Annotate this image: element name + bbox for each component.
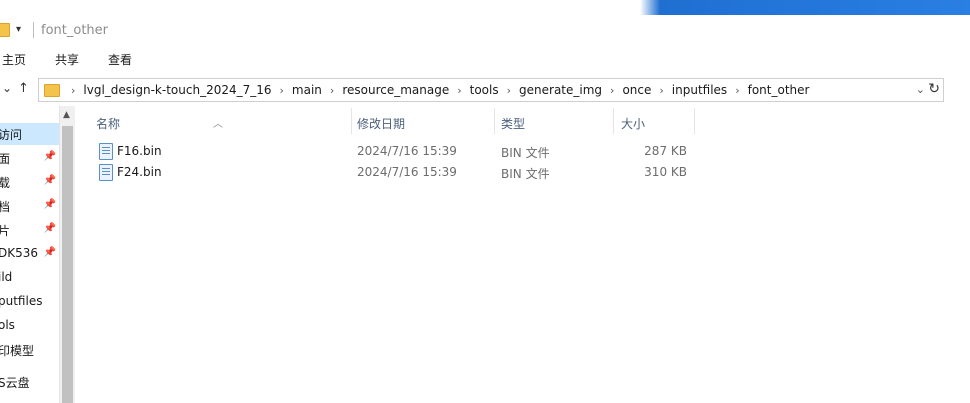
file-date: 2024/7/16 15:39 [357, 165, 457, 179]
address-bar[interactable]: › lvgl_design-k-touch_2024_7_16 › main ›… [38, 78, 944, 102]
nav-item-label: 片 [0, 224, 11, 238]
pin-icon[interactable]: 📌 [44, 175, 56, 186]
up-arrow-icon[interactable]: ↑ [18, 81, 29, 96]
nav-item-build[interactable]: ild [0, 267, 59, 289]
recent-locations-chevron-icon[interactable]: ⌄ [2, 81, 12, 95]
window-title: font_other [41, 23, 108, 38]
breadcrumb-item-current[interactable]: font_other [748, 83, 810, 97]
navigation-pane: 访问 面 📌 载 📌 档 📌 片 📌 DK536 📌 ild putfiles … [0, 106, 59, 403]
nav-item-3d-models[interactable]: 印模型 [0, 339, 59, 361]
quick-access-dropdown-icon[interactable]: ▾ [16, 25, 24, 35]
file-icon [99, 143, 113, 160]
file-date: 2024/7/16 15:39 [357, 144, 457, 158]
sort-up-icon: ︿ [213, 119, 223, 130]
file-size: 310 KB [644, 165, 687, 179]
breadcrumb-item[interactable]: lvgl_design-k-touch_2024_7_16 [83, 83, 271, 97]
tab-view[interactable]: 查看 [108, 51, 132, 68]
nav-item-label: putfiles [0, 294, 43, 308]
chevron-right-icon[interactable]: › [659, 84, 663, 97]
nav-item-desktop[interactable]: 面 📌 [0, 147, 59, 169]
folder-icon [44, 84, 60, 97]
column-header-date[interactable]: 修改日期 [351, 106, 495, 136]
desktop-background [0, 0, 970, 15]
chevron-right-icon[interactable]: › [457, 84, 461, 97]
nav-item-label: 载 [0, 176, 11, 190]
breadcrumb-item[interactable]: inputfiles [672, 83, 727, 97]
file-icon [99, 164, 113, 181]
file-name: F16.bin [117, 144, 162, 158]
title-bar: ▾ font_other [0, 15, 970, 45]
tab-home[interactable]: 主页 [2, 51, 26, 68]
nav-item-inputfiles[interactable]: putfiles [0, 291, 59, 313]
breadcrumb-item[interactable]: main [292, 83, 322, 97]
breadcrumb: › lvgl_design-k-touch_2024_7_16 › main ›… [63, 79, 809, 101]
nav-item-label: 面 [0, 152, 11, 166]
column-header-size[interactable]: 大小 [613, 106, 695, 136]
nav-item-quick-access[interactable]: 访问 [0, 123, 59, 145]
file-type: BIN 文件 [501, 167, 550, 181]
breadcrumb-item[interactable]: tools [470, 83, 499, 97]
nav-item-pictures[interactable]: 片 📌 [0, 219, 59, 241]
chevron-right-icon[interactable]: › [280, 84, 284, 97]
nav-item-label: ols [0, 318, 15, 332]
nav-item-label: 访问 [0, 128, 23, 142]
column-divider[interactable] [694, 108, 695, 134]
address-row: ⌄ ↑ › lvgl_design-k-touch_2024_7_16 › ma… [0, 73, 970, 106]
nav-item-downloads[interactable]: 载 📌 [0, 171, 59, 193]
chevron-right-icon[interactable]: › [330, 84, 334, 97]
nav-item-documents[interactable]: 档 📌 [0, 195, 59, 217]
title-separator [33, 22, 34, 38]
file-row[interactable]: F16.bin 2024/7/16 15:39 BIN 文件 287 KB [75, 141, 775, 162]
scrollbar-thumb[interactable] [62, 126, 73, 403]
file-list: 名称 ︿ 修改日期 类型 大小 F16.bin 2024/7/16 15:39 … [75, 106, 970, 403]
file-type: BIN 文件 [501, 146, 550, 160]
nav-item-dk536[interactable]: DK536 📌 [0, 243, 59, 265]
file-name: F24.bin [117, 165, 162, 179]
breadcrumb-item[interactable]: once [622, 83, 651, 97]
file-size: 287 KB [644, 144, 687, 158]
refresh-icon[interactable]: ↻ [928, 81, 940, 97]
column-header-label: 修改日期 [357, 117, 406, 131]
pin-icon[interactable]: 📌 [44, 199, 56, 210]
breadcrumb-item[interactable]: generate_img [519, 83, 602, 97]
nav-item-label: S云盘 [0, 376, 30, 390]
tab-share[interactable]: 共享 [55, 51, 79, 68]
chevron-right-icon[interactable]: › [507, 84, 511, 97]
address-dropdown-icon[interactable]: ⌄ [916, 83, 925, 96]
file-row[interactable]: F24.bin 2024/7/16 15:39 BIN 文件 310 KB [75, 162, 775, 183]
nav-item-label: 印模型 [0, 344, 35, 358]
pin-icon[interactable]: 📌 [44, 247, 56, 258]
chevron-right-icon[interactable]: › [610, 84, 614, 97]
chevron-right-icon[interactable]: › [735, 84, 739, 97]
ribbon: 主页 共享 查看 [0, 45, 970, 74]
column-header-label: 类型 [501, 117, 526, 131]
nav-item-label: 档 [0, 200, 11, 214]
column-header-label: 大小 [621, 117, 646, 131]
scroll-up-icon[interactable]: ▲ [63, 110, 70, 120]
nav-item-cloud-drive[interactable]: S云盘 [0, 371, 59, 393]
folder-icon [0, 23, 10, 37]
nav-item-label: DK536 [0, 246, 39, 260]
column-header-name[interactable]: 名称 ︿ [75, 106, 357, 136]
pin-icon[interactable]: 📌 [44, 223, 56, 234]
chevron-right-icon[interactable]: › [71, 84, 75, 97]
pin-icon[interactable]: 📌 [44, 151, 56, 162]
column-header-label: 名称 [96, 117, 121, 131]
nav-item-label: ild [0, 270, 13, 284]
column-header-type[interactable]: 类型 [494, 106, 613, 136]
nav-item-tools[interactable]: ols [0, 315, 59, 337]
breadcrumb-item[interactable]: resource_manage [342, 83, 449, 97]
nav-scrollbar[interactable]: ▲ [59, 106, 75, 403]
